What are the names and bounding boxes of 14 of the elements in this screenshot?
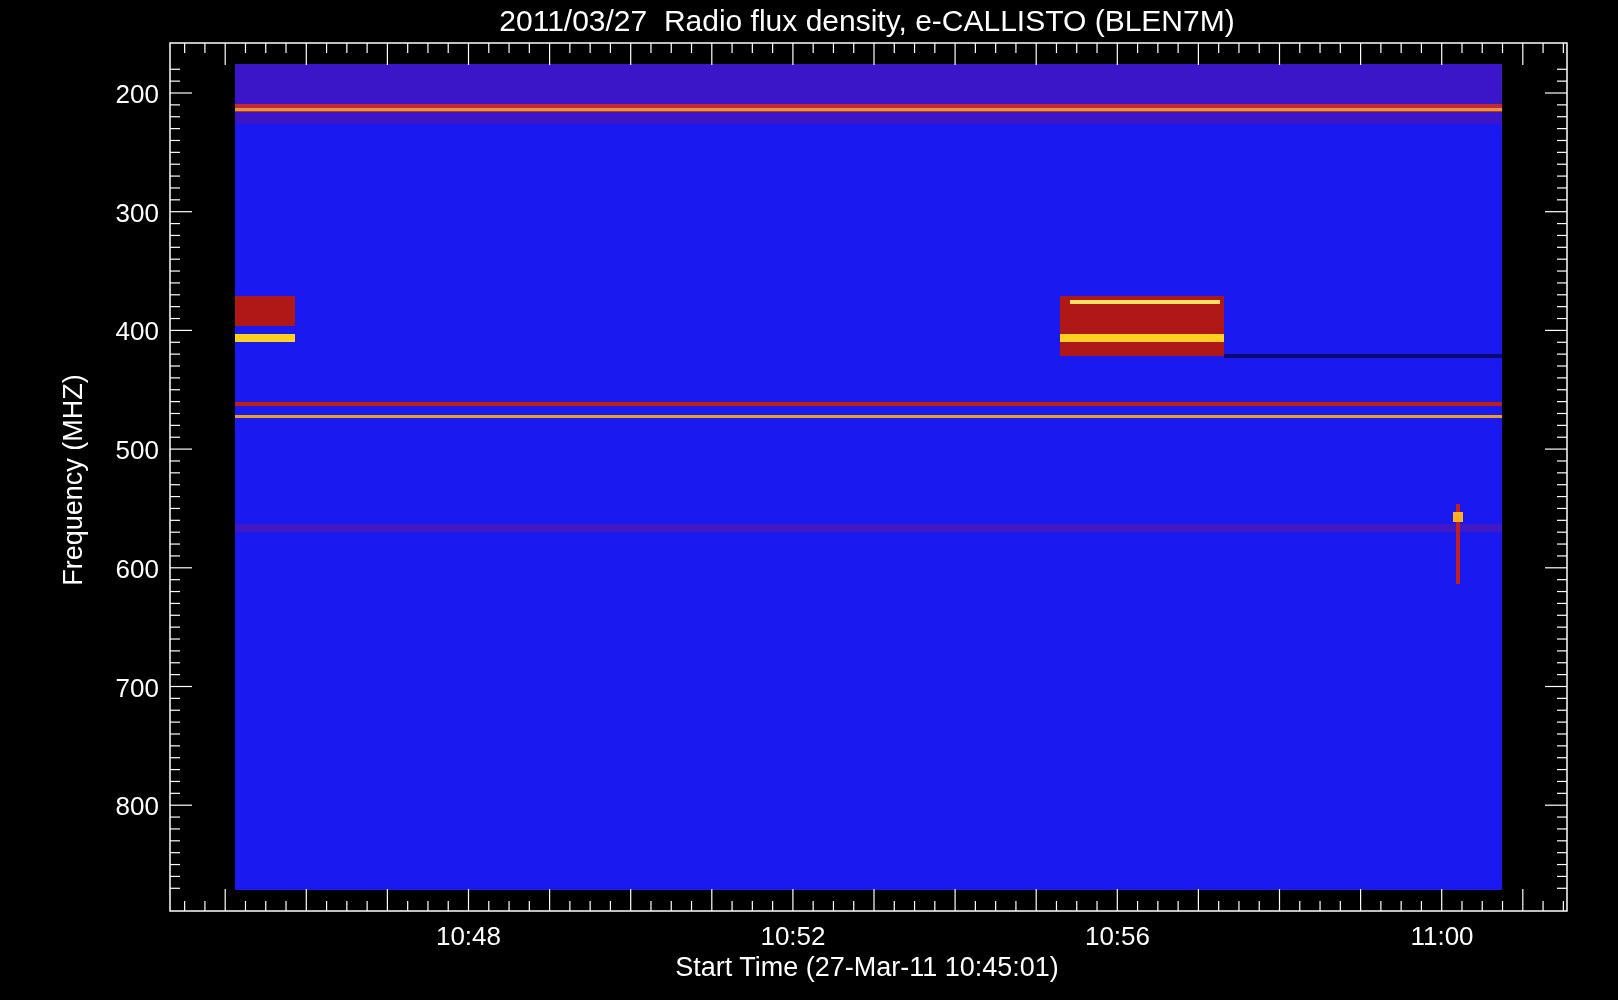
chart-title: 2011/03/27 Radio flux density, e-CALLISTO (BLEN7M) xyxy=(499,4,1235,37)
x-tick-label: 11:00 xyxy=(1410,921,1474,951)
y-tick-label: 300 xyxy=(115,197,159,228)
y-tick-label: 800 xyxy=(115,791,159,822)
x-axis-label: Start Time (27-Mar-11 10:45:01) xyxy=(675,952,1059,982)
y-tick-label: 200 xyxy=(115,79,159,109)
y-axis-label: Frequency (MHZ) xyxy=(58,374,88,586)
y-tick-label: 500 xyxy=(115,435,159,466)
y-tick-label: 700 xyxy=(115,672,159,703)
x-tick-label: 10:56 xyxy=(1084,921,1151,951)
x-tick-label: 10:48 xyxy=(435,921,502,951)
y-tick-label: 400 xyxy=(115,316,159,347)
x-tick-label: 10:52 xyxy=(760,921,826,951)
y-tick-label: 600 xyxy=(115,553,159,584)
